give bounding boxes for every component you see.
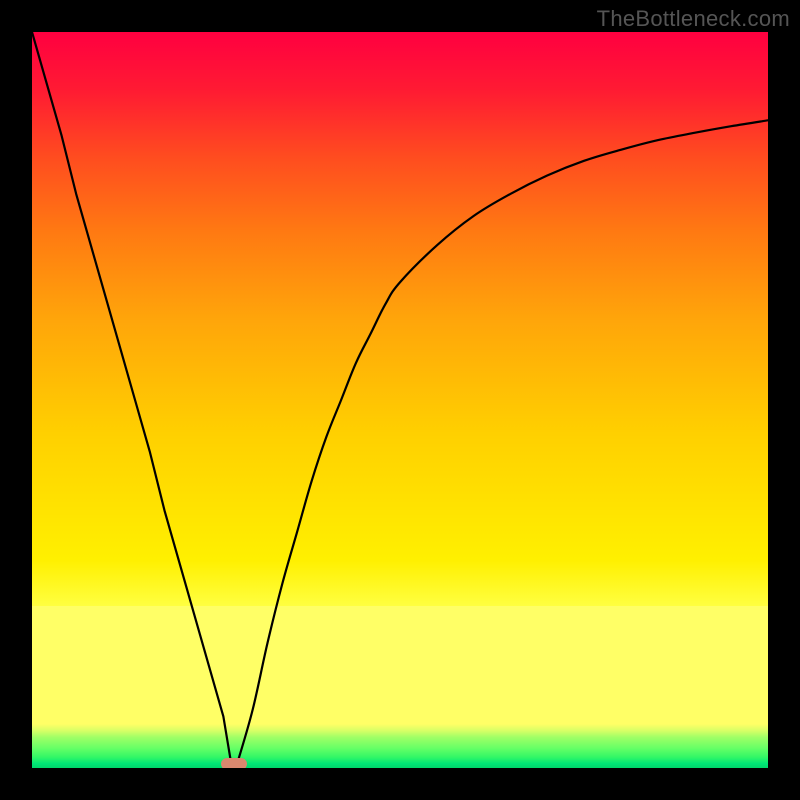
plot-area xyxy=(32,32,768,768)
optimum-marker xyxy=(221,758,247,768)
watermark-text: TheBottleneck.com xyxy=(597,6,790,32)
chart-frame: TheBottleneck.com xyxy=(0,0,800,800)
bottleneck-curve xyxy=(32,32,768,768)
